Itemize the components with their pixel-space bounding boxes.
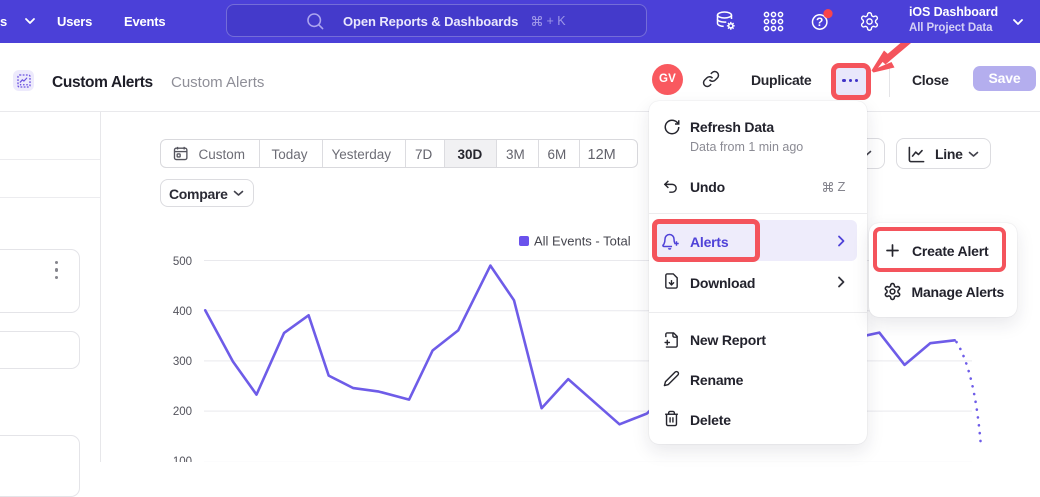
- svg-text:300: 300: [173, 356, 192, 368]
- svg-text:500: 500: [173, 256, 192, 268]
- svg-text:100: 100: [173, 456, 192, 462]
- svg-text:400: 400: [173, 306, 192, 318]
- svg-text:200: 200: [173, 406, 192, 418]
- svg-text:?: ?: [816, 15, 823, 29]
- svg-text:All Events - Total: All Events - Total: [534, 234, 631, 249]
